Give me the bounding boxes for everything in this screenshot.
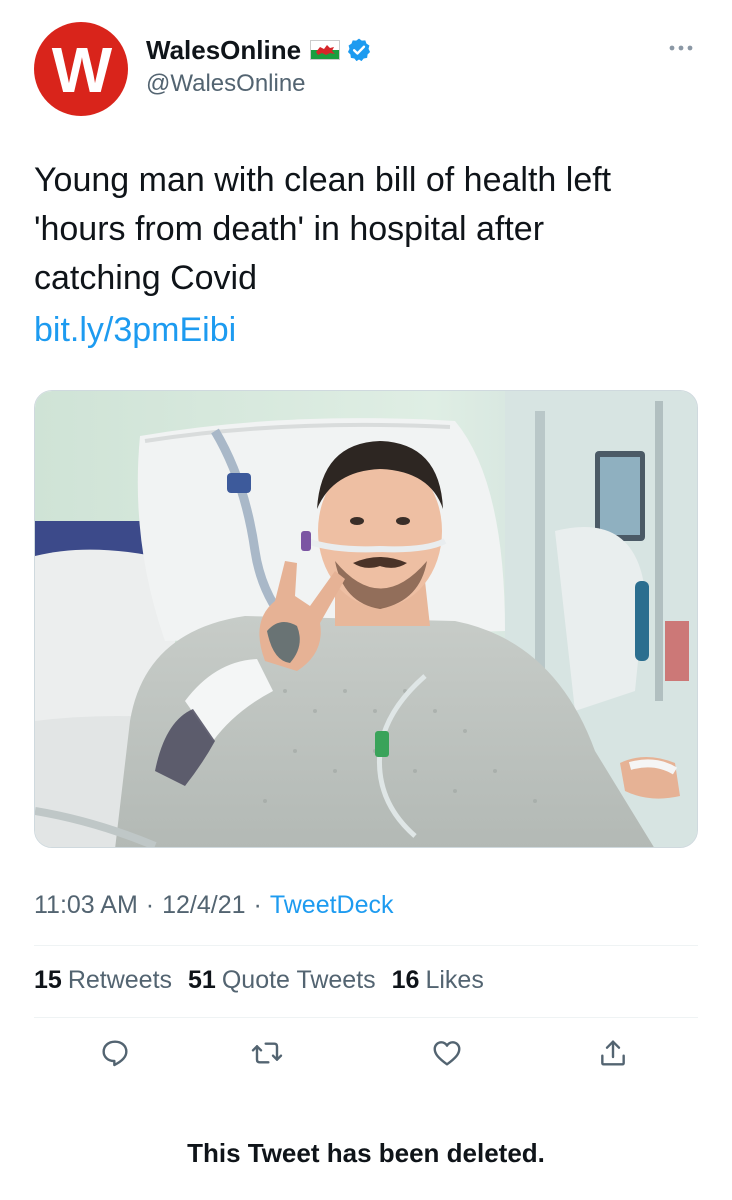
quote-tweets-label: Quote Tweets xyxy=(221,966,376,994)
share-button[interactable] xyxy=(596,1038,630,1072)
tweet-meta: 11:03 AM · 12/4/21 · TweetDeck xyxy=(34,891,394,920)
tweet-date[interactable]: 12/4/21 xyxy=(162,891,245,920)
reply-button[interactable] xyxy=(98,1038,132,1072)
author-name-row: WalesOnline xyxy=(146,32,372,68)
tweet-time[interactable]: 11:03 AM xyxy=(34,891,138,920)
quote-tweets-count: 51 xyxy=(188,966,216,994)
likes-stat[interactable]: 16 Likes xyxy=(392,966,484,995)
tweet-link[interactable]: bit.ly/3pmEibi xyxy=(34,306,236,355)
tweet-media-photo[interactable] xyxy=(34,390,698,848)
tweet-text: Young man with clean bill of health left… xyxy=(34,161,612,297)
tweet-stats: 15 Retweets 51 Quote Tweets 16 Likes xyxy=(34,966,500,995)
like-button[interactable] xyxy=(430,1038,464,1072)
divider xyxy=(34,1017,698,1018)
retweets-count: 15 xyxy=(34,966,62,994)
retweets-label: Retweets xyxy=(67,966,173,994)
likes-label: Likes xyxy=(425,966,484,994)
avatar-logo-letter: W xyxy=(51,34,112,106)
retweets-stat[interactable]: 15 Retweets xyxy=(34,966,172,995)
author-handle[interactable]: @WalesOnline xyxy=(146,70,306,98)
reply-icon xyxy=(99,1037,131,1074)
meta-separator: · xyxy=(145,891,155,919)
wales-flag-icon xyxy=(310,40,341,60)
verified-badge-icon xyxy=(346,37,372,63)
share-icon xyxy=(597,1037,629,1074)
likes-count: 16 xyxy=(391,966,420,994)
more-options-icon[interactable] xyxy=(666,38,696,58)
heart-icon xyxy=(431,1037,463,1074)
retweet-icon xyxy=(251,1037,283,1074)
divider xyxy=(34,945,698,946)
photo-of-patient-in-hospital-bed-icon xyxy=(35,391,697,847)
meta-separator: · xyxy=(253,891,262,919)
quote-tweets-stat[interactable]: 51 Quote Tweets xyxy=(188,966,376,995)
display-name[interactable]: WalesOnline xyxy=(146,35,301,66)
tweet-actions xyxy=(34,1030,698,1080)
deleted-tweet-notice: This Tweet has been deleted. xyxy=(187,1138,545,1168)
retweet-button[interactable] xyxy=(250,1038,284,1072)
tweet: W WalesOnline @WalesOnline Young man wit… xyxy=(0,0,732,1200)
avatar[interactable]: W xyxy=(34,22,128,116)
tweet-source-link[interactable]: TweetDeck xyxy=(270,891,394,920)
